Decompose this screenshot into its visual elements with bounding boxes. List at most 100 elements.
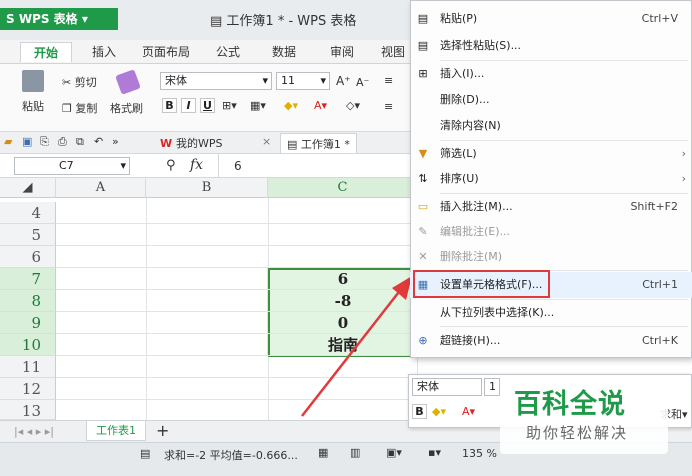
paste-button[interactable]: 粘贴 [22,98,44,114]
zoom-level[interactable]: 135 % [462,447,497,460]
tab-data[interactable]: 数据 [260,42,308,62]
row-header[interactable]: 11 [0,356,56,378]
tab-review[interactable]: 审阅 [318,42,366,62]
borders-icon[interactable]: ⊞▾ [222,99,237,112]
column-header-c[interactable]: C [268,178,418,198]
mini-size-select[interactable]: 1 [484,378,500,396]
app-menu-button[interactable]: S WPS 表格 ▾ [0,8,118,30]
row-header[interactable]: 6 [0,246,56,268]
underline-button[interactable]: U [200,98,215,113]
menu-separator [440,326,688,327]
name-box[interactable]: C7 ▾ [14,157,130,175]
select-all-corner[interactable]: ◢ [0,178,56,198]
copy-icon: ❐ [62,102,76,115]
chevron-down-icon: ▾ [320,74,326,87]
grid-row[interactable] [56,290,268,312]
tab-view[interactable]: 视图 [376,42,410,62]
delete-comment-icon: ✕ [418,250,428,263]
export-pdf-icon[interactable]: ⎘ [40,135,49,149]
more-icon[interactable]: » [112,135,119,148]
menu-item-paste-special[interactable]: ▤ 选择性粘贴(S)... [410,33,692,59]
cut-button[interactable]: ✂ 剪切 [62,74,97,90]
normal-view-icon[interactable]: ▦ [318,446,328,459]
menu-item-hyperlink[interactable]: ⊕ 超链接(H)... Ctrl+K [410,328,692,354]
add-sheet-icon[interactable]: + [156,421,169,440]
menu-item-sort[interactable]: ⇅ 排序(U) › [410,166,692,192]
sheet-nav-icon[interactable]: |◂ ◂ ▸ ▸| [14,425,54,438]
menu-item-clear-contents[interactable]: 清除内容(N) [410,113,692,139]
grid-row[interactable] [56,312,268,334]
row-header[interactable]: 7 [0,268,56,290]
fill-color-icon[interactable]: ◆▾ [284,99,298,112]
shrink-font-icon[interactable]: A⁻ [356,76,369,89]
workbook-icon: ▤ [287,138,301,151]
window-title: ▤ 工作簿1 * - WPS 表格 [210,14,357,29]
chevron-down-icon: ▾ [682,408,688,421]
row-header[interactable]: 10 [0,334,56,356]
layout-view-icon[interactable]: ▪▾ [428,446,441,459]
menu-item-paste[interactable]: ▤ 粘贴(P) Ctrl+V [410,6,692,32]
tab-formulas[interactable]: 公式 [204,42,252,62]
menu-item-delete[interactable]: 删除(D)... [410,87,692,113]
save-icon[interactable]: ▣ [22,135,32,148]
align-center-icon[interactable]: ≡ [384,100,393,113]
sort-icon: ⇅ [418,172,428,185]
copy-button[interactable]: ❐ 复制 [62,100,97,116]
italic-button[interactable]: I [181,98,196,113]
open-folder-icon[interactable]: ▰ [4,135,12,148]
row-header[interactable]: 9 [0,312,56,334]
workbook-tab[interactable]: ▤ 工作簿1 * [280,133,357,153]
font-name-select[interactable]: 宋体 ▾ [160,72,272,90]
align-left-icon[interactable]: ≡ [384,74,393,87]
print-preview-icon[interactable]: ⧉ [76,135,84,149]
row-header[interactable]: 13 [0,400,56,420]
undo-icon[interactable]: ↶ [94,135,103,148]
mini-font-color-icon[interactable]: A▾ [462,405,475,418]
row-header[interactable]: 4 [0,202,56,224]
reading-view-icon[interactable]: ▣▾ [386,446,402,459]
grid-row[interactable] [56,224,418,246]
menu-item-pick-from-list[interactable]: 从下拉列表中选择(K)... [410,300,692,326]
column-header-a[interactable]: A [56,178,146,198]
zoom-magnifier-icon[interactable]: ⚲ [166,158,176,173]
print-icon[interactable]: ⎙ [58,135,67,149]
format-painter-button[interactable]: 格式刷 [110,100,143,116]
chevron-down-icon: ▾ [77,12,88,26]
row-header[interactable]: 12 [0,378,56,400]
page-break-view-icon[interactable]: ▥ [350,446,360,459]
sheet-tab[interactable]: 工作表1 [86,421,146,441]
menu-item-insert[interactable]: ⊞ 插入(I)... [410,61,692,87]
mini-font-select[interactable]: 宋体 [412,378,482,396]
my-wps-tab[interactable]: W 我的WPS [160,135,222,151]
insert-icon: ⊞ [418,67,428,80]
chevron-right-icon: › [681,172,686,185]
grid-row[interactable] [56,334,268,356]
menu-item-edit-comment[interactable]: ✎ 编辑批注(E)... [410,219,692,245]
fx-icon[interactable]: fx [190,157,203,173]
sheet-icon: ▤ [140,447,151,460]
menu-item-delete-comment[interactable]: ✕ 删除批注(M) [410,244,692,270]
close-tab-icon[interactable]: × [262,135,271,148]
formula-input[interactable]: 6 [234,159,242,173]
tab-insert[interactable]: 插入 [80,42,128,62]
edit-comment-icon: ✎ [418,225,428,238]
tab-page-layout[interactable]: 页面布局 [136,42,196,62]
mini-bold-button[interactable]: B [412,404,427,419]
bold-button[interactable]: B [162,98,177,113]
grow-font-icon[interactable]: A⁺ [336,74,351,88]
row-header[interactable]: 5 [0,224,56,246]
font-color-icon[interactable]: A▾ [314,99,327,112]
mini-fill-color-icon[interactable]: ◆▾ [432,405,446,418]
column-header-b[interactable]: B [146,178,268,198]
grid-row[interactable] [56,268,268,290]
menu-item-filter[interactable]: ▼ 筛选(L) › [410,141,692,167]
tab-home[interactable]: 开始 [20,42,72,62]
font-size-select[interactable]: 11 ▾ [276,72,330,90]
fill-table-icon[interactable]: ▦▾ [250,99,266,112]
paste-icon[interactable] [22,70,44,92]
grid-row[interactable] [56,202,418,224]
row-header[interactable]: 8 [0,290,56,312]
grid-row[interactable] [56,246,418,268]
clear-format-icon[interactable]: ◇▾ [346,99,360,112]
menu-item-insert-comment[interactable]: ▭ 插入批注(M)... Shift+F2 [410,194,692,220]
